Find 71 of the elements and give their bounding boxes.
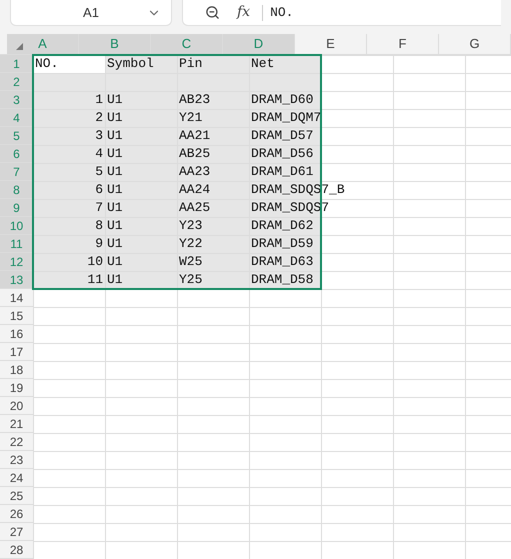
cell-text: 8 (95, 218, 103, 234)
cell-text: Y22 (179, 236, 202, 252)
cell-text: AB25 (179, 146, 210, 162)
row-header[interactable]: 25 (0, 487, 33, 505)
row-header[interactable]: 28 (0, 541, 33, 559)
cell-text: DRAM_DQM7 (251, 110, 322, 126)
cell-text: 5 (95, 164, 103, 180)
cell-text: DRAM_D57 (251, 128, 314, 144)
cell-reference: A1 (82, 4, 100, 22)
cell-text: 3 (95, 128, 103, 144)
row-header[interactable]: 15 (0, 307, 33, 325)
cell-text: 1 (95, 92, 103, 108)
row-header[interactable]: 27 (0, 523, 33, 541)
column-header[interactable]: F (367, 34, 439, 54)
cell-text: 4 (95, 146, 103, 162)
cell-text: U1 (107, 182, 123, 198)
cell-text: U1 (107, 92, 123, 108)
name-box[interactable]: A1 (10, 0, 172, 26)
cell-text: Y25 (179, 272, 202, 288)
cell-text: AA24 (179, 182, 210, 198)
cell-text: AA25 (179, 200, 210, 216)
cell-text: U1 (107, 164, 123, 180)
cell-text: AA23 (179, 164, 210, 180)
row-header[interactable]: 26 (0, 505, 33, 523)
cell-text: Symbol (107, 56, 154, 72)
cell-text: U1 (107, 146, 123, 162)
cell-text: AA21 (179, 128, 210, 144)
row-header[interactable]: 24 (0, 469, 33, 487)
zoom-out-icon[interactable] (205, 5, 220, 20)
cell-text: Pin (179, 56, 202, 72)
cell-text: NO. (35, 56, 58, 72)
cell-text: U1 (107, 272, 123, 288)
formula-text[interactable]: NO. (270, 2, 294, 22)
cell-text: W25 (179, 254, 202, 270)
column-header[interactable]: E (295, 34, 367, 54)
row-header[interactable]: 22 (0, 433, 33, 451)
cell-text: U1 (107, 218, 123, 234)
fx-label[interactable]: fx (237, 2, 250, 23)
cell-text: U1 (107, 128, 123, 144)
cell-text: Y23 (179, 218, 202, 234)
active-cell[interactable] (33, 55, 105, 73)
row-header[interactable]: 16 (0, 325, 33, 343)
cell-text: DRAM_D61 (251, 164, 314, 180)
column-header[interactable]: G (439, 34, 511, 54)
select-all-icon[interactable] (16, 43, 23, 50)
cell-text: 10 (87, 254, 103, 270)
cell-text: 2 (95, 110, 103, 126)
cell-text: DRAM_D58 (251, 272, 314, 288)
row-header[interactable]: 17 (0, 343, 33, 361)
cell-text: U1 (107, 254, 123, 270)
cell-text: 7 (95, 200, 103, 216)
cell-text: U1 (107, 110, 123, 126)
row-header[interactable]: 19 (0, 379, 33, 397)
cell-text: AB23 (179, 92, 210, 108)
row-header[interactable]: 18 (0, 361, 33, 379)
cell-text: DRAM_D60 (251, 92, 314, 108)
cell-text: DRAM_D56 (251, 146, 314, 162)
cell-text: 6 (95, 182, 103, 198)
cell-text: 11 (87, 272, 103, 288)
cell-text: Net (251, 56, 274, 72)
row-header[interactable]: 14 (0, 289, 33, 307)
cell-text: DRAM_D59 (251, 236, 314, 252)
cell-text: DRAM_D63 (251, 254, 314, 270)
cell-text: Y21 (179, 110, 202, 126)
cell-text: U1 (107, 200, 123, 216)
row-header[interactable]: 21 (0, 415, 33, 433)
cell-text: DRAM_D62 (251, 218, 314, 234)
cell-text: U1 (107, 236, 123, 252)
cell-text: 9 (95, 236, 103, 252)
row-header[interactable]: 20 (0, 397, 33, 415)
row-header[interactable]: 23 (0, 451, 33, 469)
